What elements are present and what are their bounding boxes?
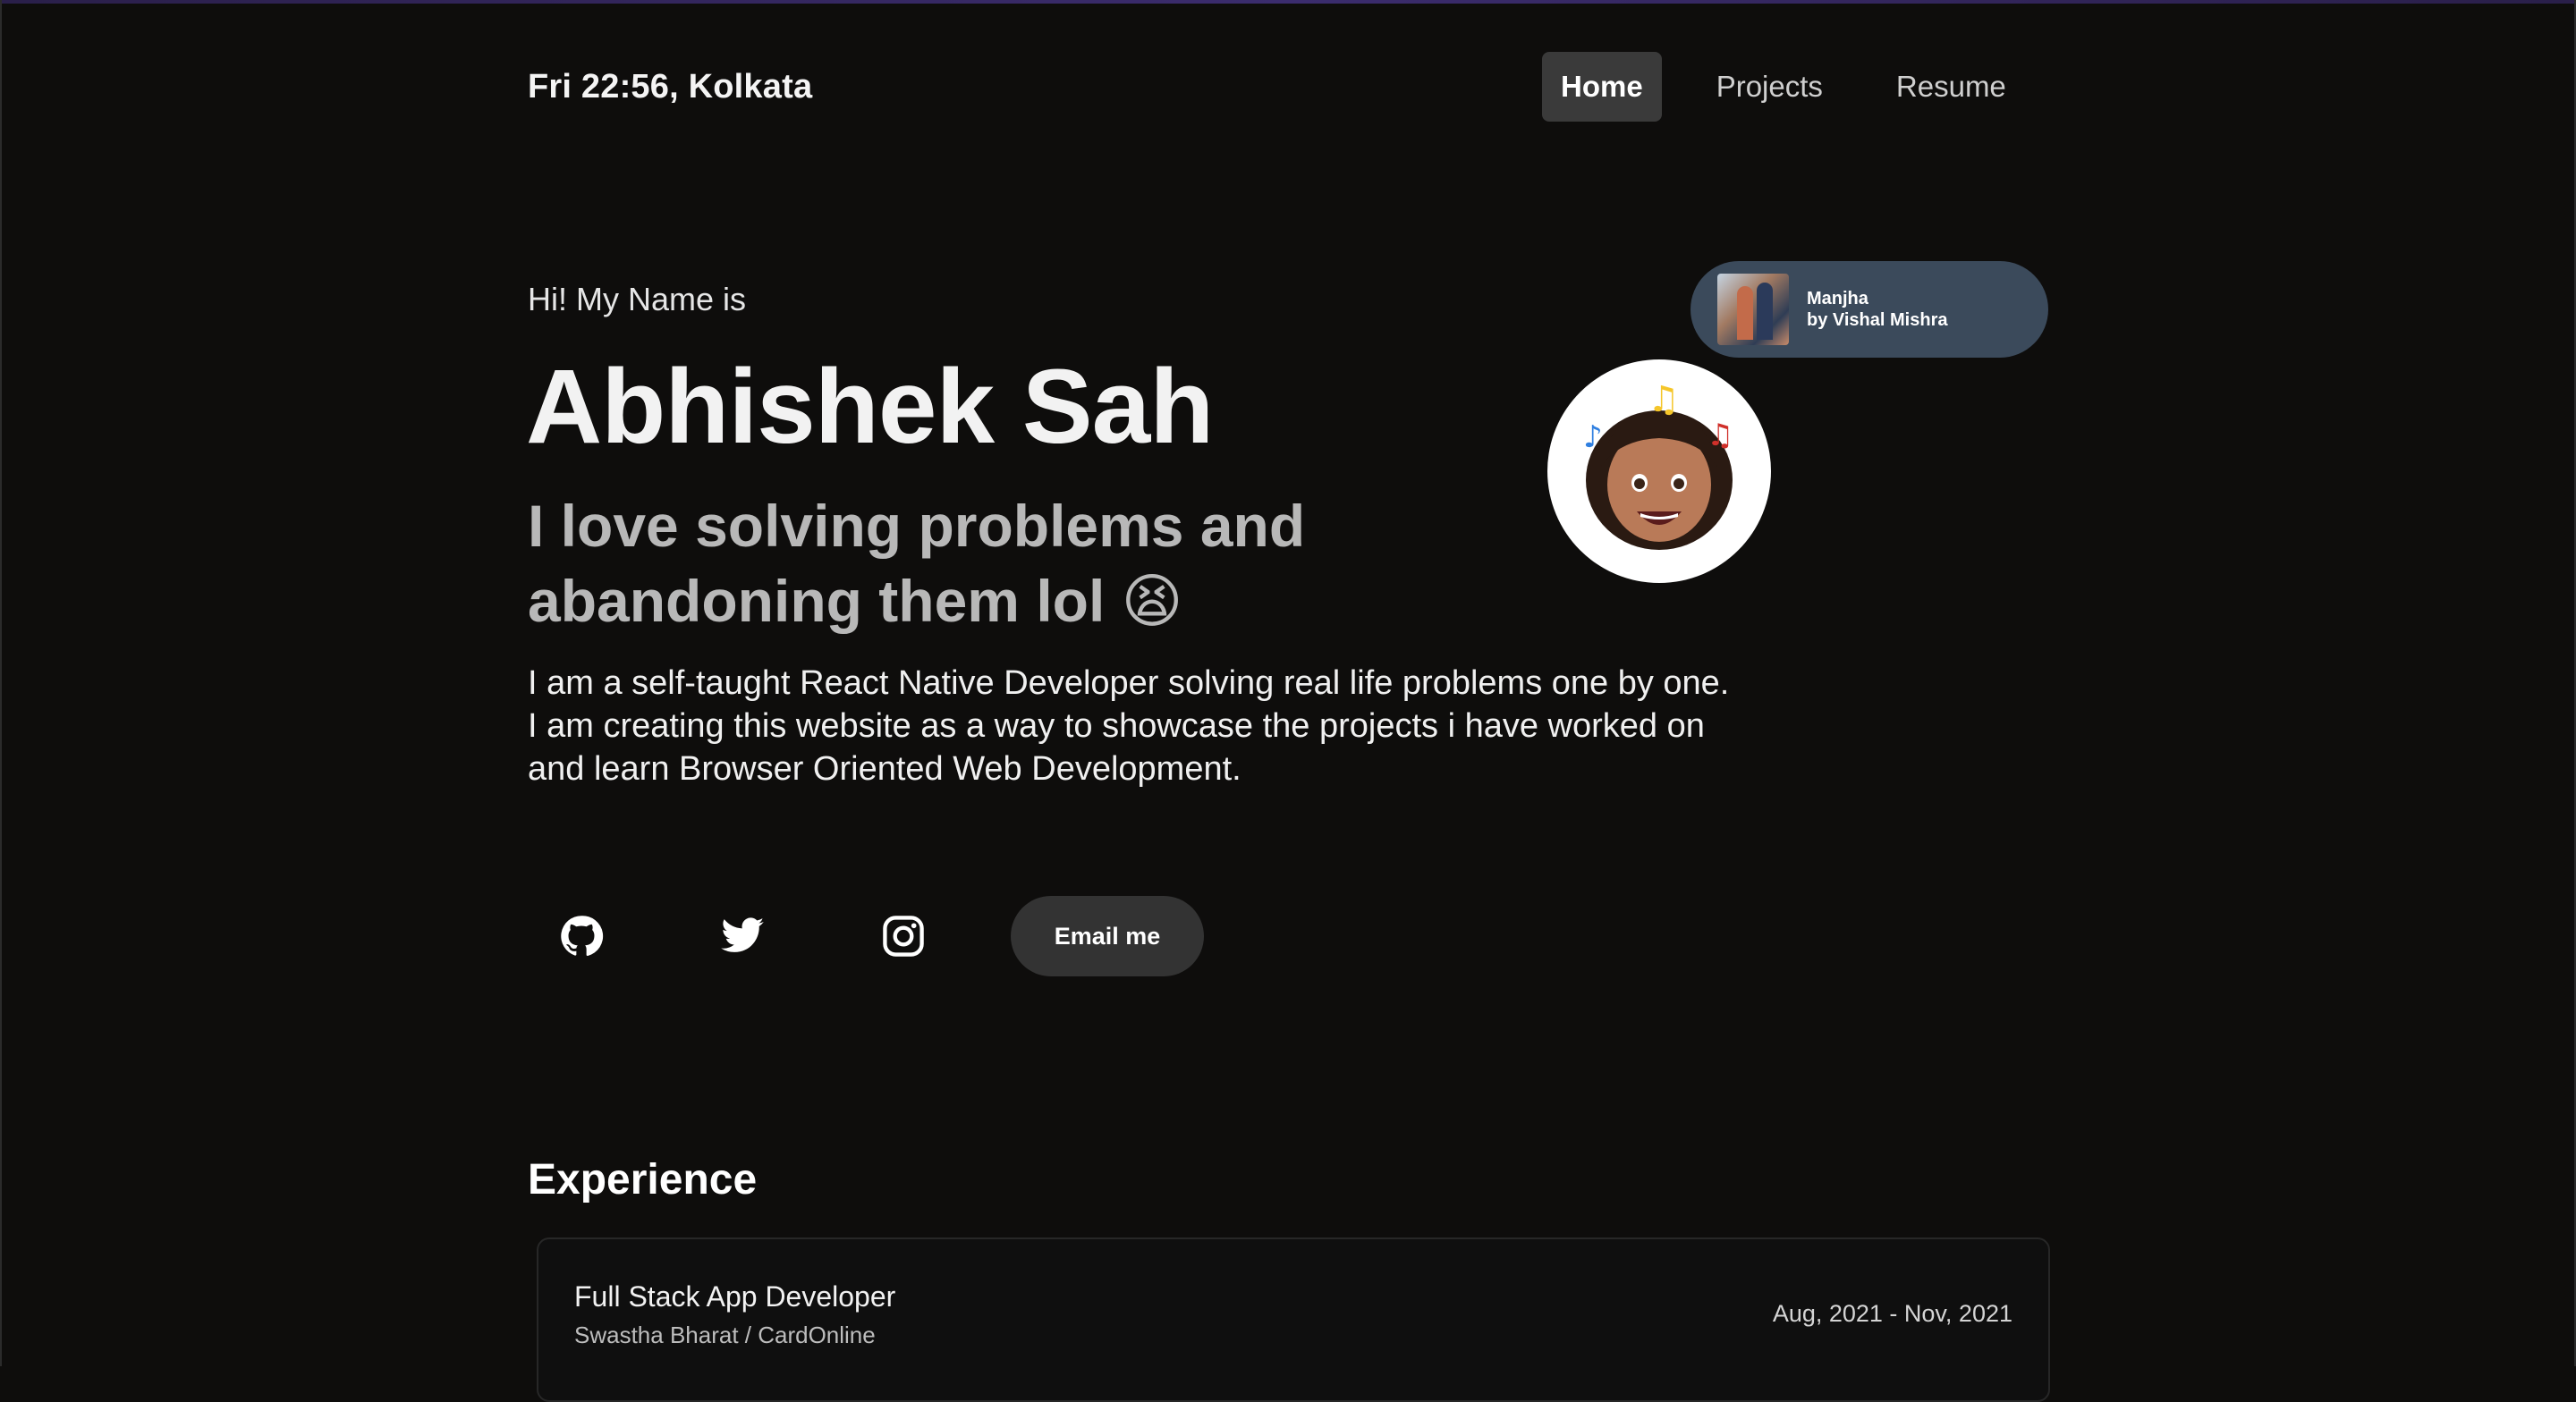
track-info: Manjha by Vishal Mishra — [1807, 288, 1947, 331]
svg-text:♪: ♪ — [1583, 419, 1603, 455]
twitter-link[interactable] — [689, 896, 796, 976]
hero-name: Abhishek Sah — [526, 348, 1214, 466]
experience-company: Swastha Bharat / CardOnline — [574, 1322, 876, 1348]
memoji-avatar-icon: ♫ ♪ ♫ — [1583, 379, 1733, 550]
github-icon — [561, 916, 604, 956]
experience-heading: Experience — [528, 1156, 758, 1204]
nav-projects[interactable]: Projects — [1698, 52, 1842, 122]
memoji-avatar: ♫ ♪ ♫ — [1547, 359, 1771, 583]
twitter-icon — [721, 917, 764, 952]
album-art-thumbnail — [1717, 274, 1789, 345]
top-accent-bar — [0, 0, 2576, 4]
track-title: Manjha — [1807, 289, 1868, 308]
now-playing-pill[interactable]: Manjha by Vishal Mishra — [1690, 261, 2048, 358]
hero-bio: I am a self-taught React Native Develope… — [528, 664, 1730, 788]
svg-text:♫: ♫ — [1648, 379, 1680, 420]
github-link[interactable] — [528, 896, 635, 976]
local-time-label: Fri 22:56, Kolkata — [528, 68, 813, 106]
experience-dates: Aug, 2021 - Nov, 2021 — [1772, 1300, 2012, 1327]
email-me-button[interactable]: Email me — [1011, 896, 1204, 976]
social-links: Email me — [528, 896, 1204, 976]
instagram-icon — [883, 916, 924, 957]
experience-card[interactable]: Full Stack App Developer Swastha Bharat … — [537, 1237, 2050, 1402]
nav-home[interactable]: Home — [1542, 52, 1662, 122]
hero-tagline: I love solving problems and abandoning t… — [528, 493, 1306, 634]
nav-resume[interactable]: Resume — [1877, 52, 2025, 122]
track-artist: by Vishal Mishra — [1807, 310, 1948, 330]
experience-role: Full Stack App Developer — [574, 1280, 896, 1313]
svg-text:♫: ♫ — [1707, 418, 1733, 453]
window-edge-left — [0, 0, 2, 1366]
greeting-text: Hi! My Name is — [528, 281, 747, 317]
main-nav: Home Projects Resume — [1542, 52, 2025, 122]
instagram-link[interactable] — [850, 896, 957, 976]
